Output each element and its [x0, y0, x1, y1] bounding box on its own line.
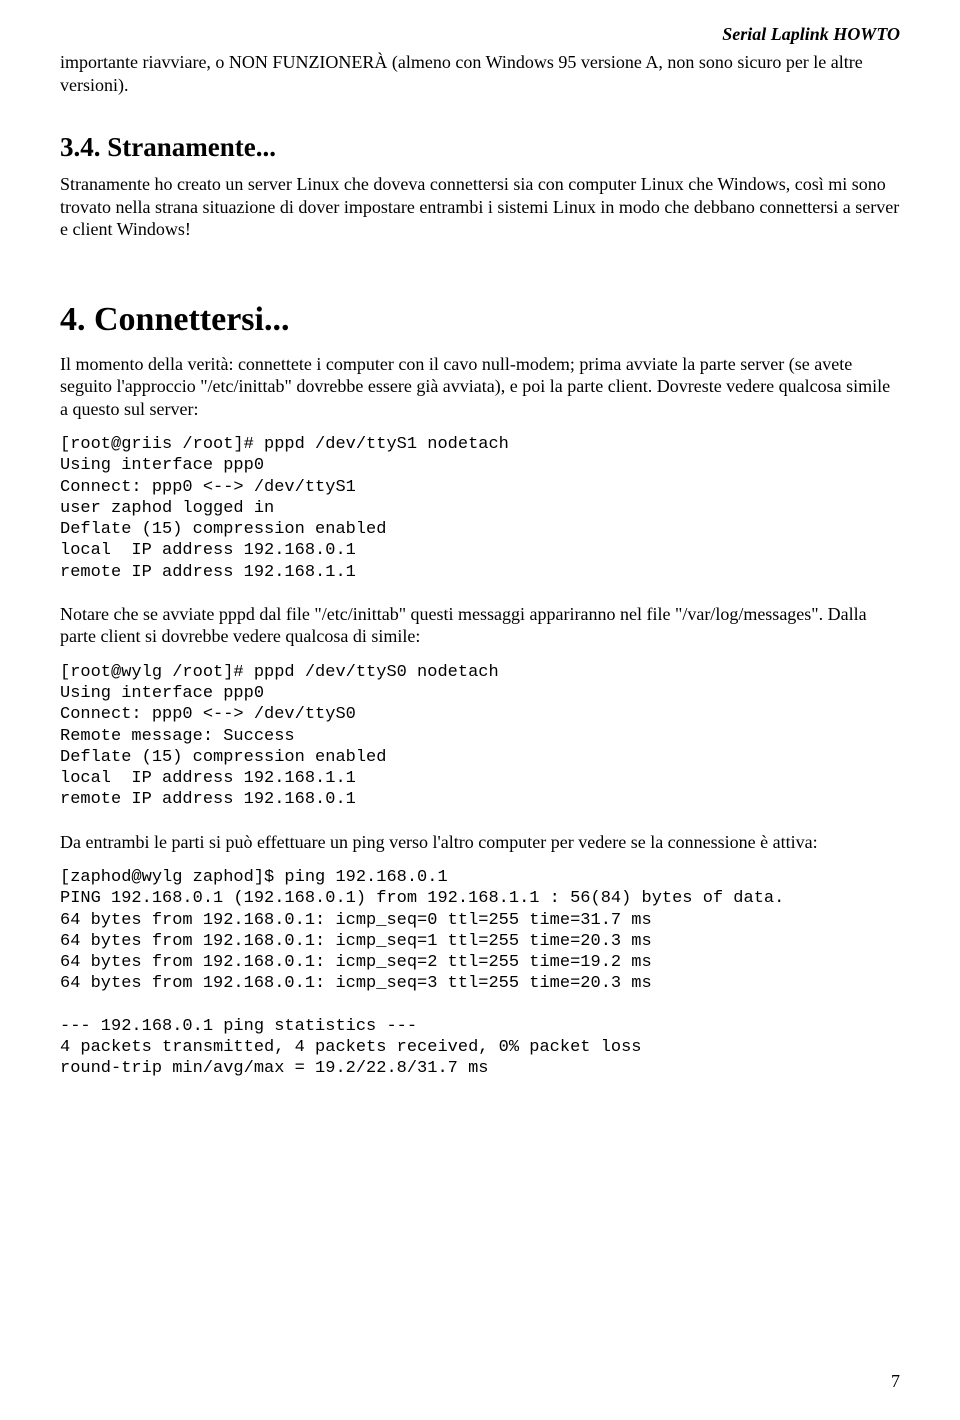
section-4-heading: 4. Connettersi...: [60, 301, 900, 339]
section-3-4-heading: 3.4. Stranamente...: [60, 132, 900, 163]
header-doc-title: Serial Laplink HOWTO: [60, 24, 900, 45]
document-page: Serial Laplink HOWTO importante riavviar…: [0, 0, 960, 1420]
code-block-ping-output: [zaphod@wylg zaphod]$ ping 192.168.0.1 P…: [60, 867, 900, 1080]
section-4-para-1: Il momento della verità: connettete i co…: [60, 353, 900, 421]
section-3-4-paragraph: Stranamente ho creato un server Linux ch…: [60, 173, 900, 241]
page-number: 7: [891, 1371, 900, 1392]
section-4-para-3: Da entrambi le parti si può effettuare u…: [60, 831, 900, 854]
code-block-client-output: [root@wylg /root]# pppd /dev/ttyS0 nodet…: [60, 662, 900, 811]
code-block-server-output: [root@griis /root]# pppd /dev/ttyS1 node…: [60, 434, 900, 583]
intro-paragraph: importante riavviare, o NON FUNZIONERÀ (…: [60, 51, 900, 96]
section-4-para-2: Notare che se avviate pppd dal file "/et…: [60, 603, 900, 648]
